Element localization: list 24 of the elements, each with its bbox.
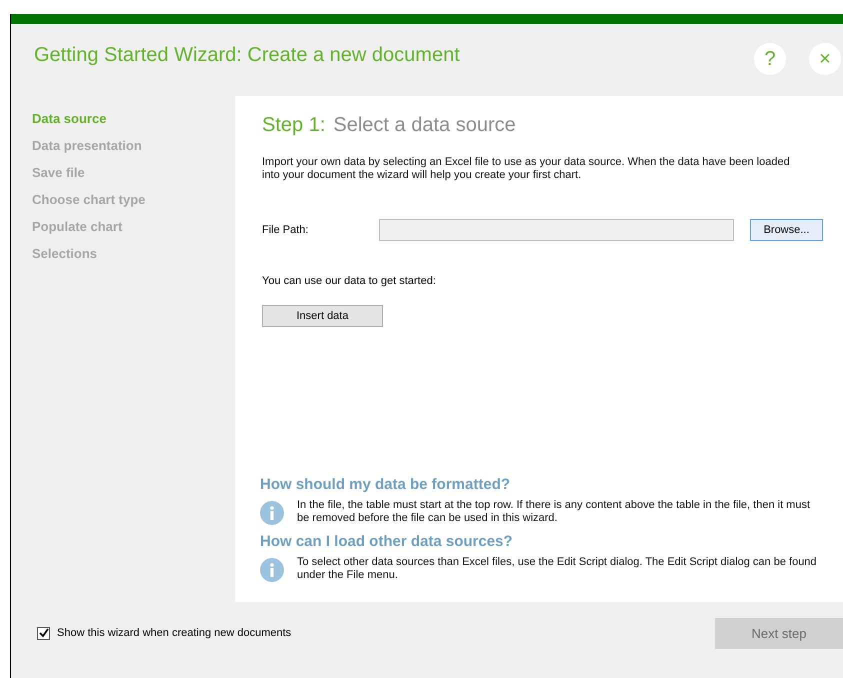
help-answer: To select other data sources than Excel files, use the Edit Script dialog. The Edit Script dialog can be found under the File menu. — [297, 556, 818, 582]
close-button[interactable]: × — [809, 43, 841, 75]
sample-data-text: You can use our data to get started: — [262, 275, 437, 287]
show-wizard-checkbox[interactable] — [37, 626, 50, 640]
insert-data-button[interactable]: Insert data — [262, 305, 383, 327]
info-icon — [260, 501, 284, 525]
wizard-step[interactable]: Choose chart type — [32, 191, 235, 208]
step-number: Step 1: — [262, 114, 326, 137]
help-question: How should my data be formatted? — [260, 476, 512, 493]
wizard-step[interactable]: Selections — [32, 245, 235, 262]
step-title: Select a data source — [333, 114, 516, 137]
wizard-step[interactable]: Save file — [32, 164, 235, 181]
help-answer: In the file, the table must start at the top row. If there is any content above the table in the file, then it must be removed before the file can be used in this wizard. — [297, 499, 812, 525]
help-button[interactable]: ? — [754, 43, 786, 75]
show-wizard-label: Show this wizard when creating new documents — [57, 627, 292, 639]
intro-text: Import your own data by selecting an Excel file to use as your data source. When the data have been loaded into your document the wizard will help you create your first chart. — [262, 156, 791, 182]
info-icon — [260, 558, 284, 582]
browse-button[interactable]: Browse... — [750, 219, 823, 241]
wizard-step[interactable]: Populate chart — [32, 218, 235, 235]
wizard-step[interactable]: Data presentation — [32, 137, 235, 154]
wizard-step[interactable]: Data source — [32, 110, 235, 127]
window-title: Getting Started Wizard: Create a new document — [34, 44, 461, 66]
help-question: How can I load other data sources? — [260, 533, 514, 550]
file-path-label: File Path: — [262, 224, 310, 236]
